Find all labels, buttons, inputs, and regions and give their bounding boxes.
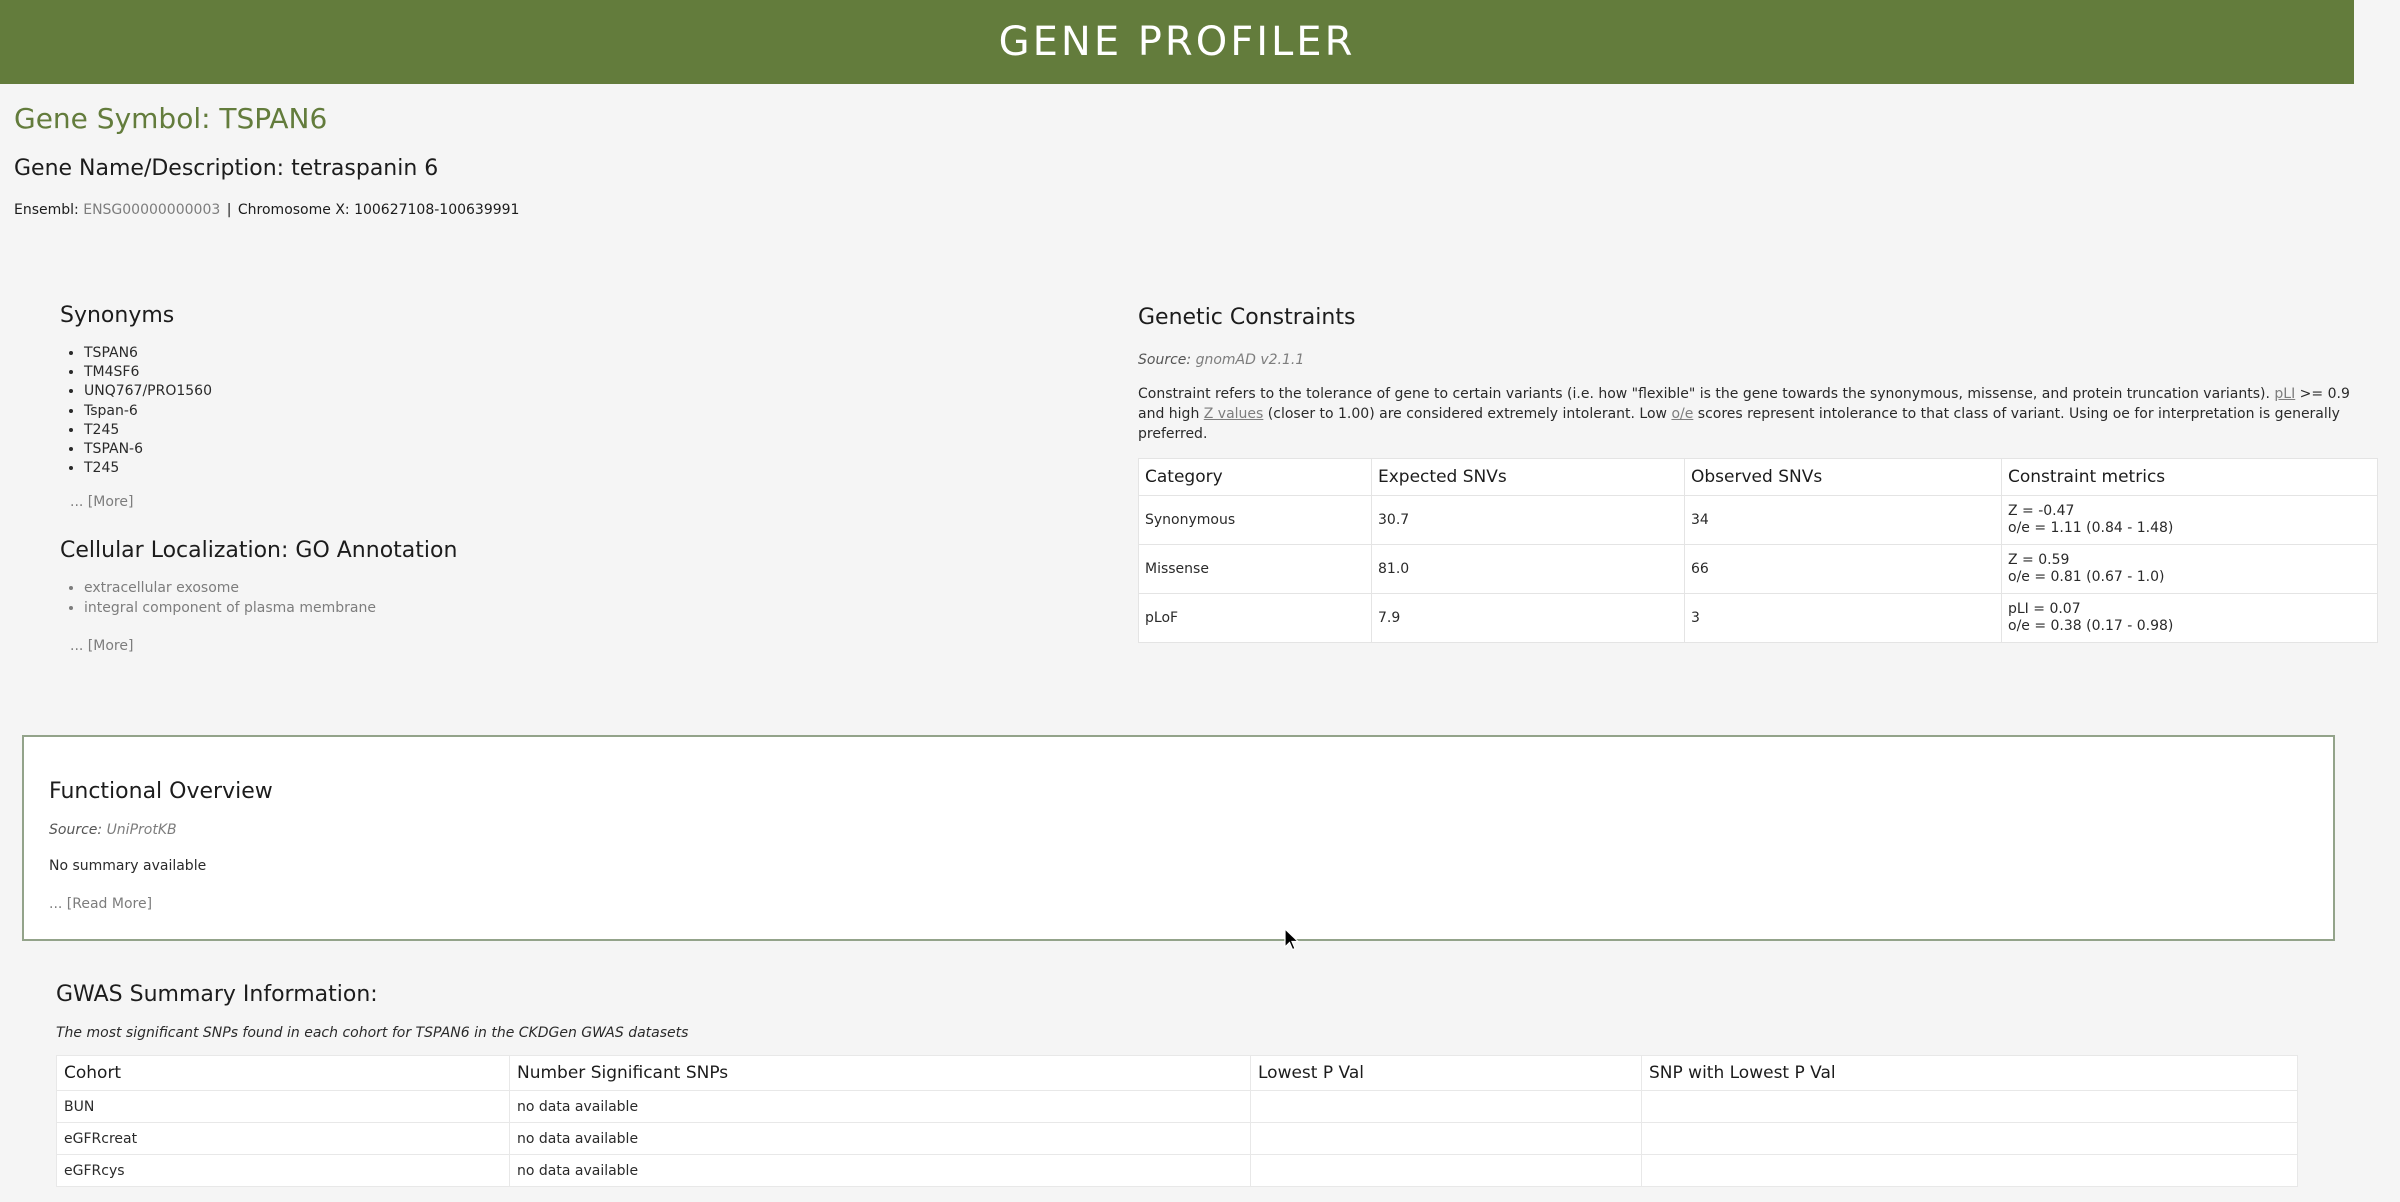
observed-cell: 34 xyxy=(1684,495,2002,545)
column-header: Number Significant SNPs xyxy=(509,1055,1251,1091)
snp-cell xyxy=(1641,1090,2298,1123)
functional-overview-panel: Functional Overview Source: UniProtKB No… xyxy=(22,735,2335,941)
column-header: Constraint metrics xyxy=(2001,458,2378,496)
genetic-constraints-title: Genetic Constraints xyxy=(1138,305,1356,330)
metric-z: Z = 0.59 xyxy=(2008,552,2070,568)
cohort-cell: BUN xyxy=(56,1090,510,1123)
gwas-title: GWAS Summary Information: xyxy=(56,982,378,1007)
metric-oe: o/e = 0.38 (0.17 - 0.98) xyxy=(2008,618,2174,634)
ensembl-label: Ensembl: xyxy=(14,202,79,218)
num-snps-cell: no data available xyxy=(509,1154,1251,1187)
functional-overview-title: Functional Overview xyxy=(49,779,273,804)
go-annotation-link[interactable]: integral component of plasma membrane xyxy=(84,599,960,619)
genetic-constraints-section: Genetic Constraints Source: gnomAD v2.1.… xyxy=(1138,305,2380,643)
read-more-link[interactable]: ... [Read More] xyxy=(49,896,152,912)
go-annotation-link[interactable]: extracellular exosome xyxy=(84,579,960,599)
lowest-pval-cell xyxy=(1250,1122,1642,1155)
snp-cell xyxy=(1641,1122,2298,1155)
cohort-cell: eGFRcreat xyxy=(56,1122,510,1155)
source-label: Source: xyxy=(49,822,103,838)
table-row: Synonymous 30.7 34 Z = -0.47 o/e = 1.11 (… xyxy=(1138,495,2378,545)
list-item: TM4SF6 xyxy=(84,363,960,382)
description-text: (closer to 1.00) are considered extremel… xyxy=(1263,406,1672,422)
gwas-table: Cohort Number Significant SNPs Lowest P … xyxy=(56,1055,2298,1187)
cellular-more-link[interactable]: ... [More] xyxy=(70,638,133,654)
table-row: Missense 81.0 66 Z = 0.59 o/e = 0.81 (0.6… xyxy=(1138,544,2378,594)
category-cell: Synonymous xyxy=(1138,495,1372,545)
cellular-localization-title: Cellular Localization: GO Annotation xyxy=(60,538,458,563)
gene-symbol-heading: Gene Symbol: TSPAN6 xyxy=(14,102,328,135)
cellular-localization-section: Cellular Localization: GO Annotation ext… xyxy=(60,538,960,654)
list-item: T245 xyxy=(84,459,960,478)
observed-cell: 3 xyxy=(1684,593,2002,643)
metric-oe: o/e = 0.81 (0.67 - 1.0) xyxy=(2008,569,2165,585)
synonyms-title: Synonyms xyxy=(60,303,175,328)
z-values-link[interactable]: Z values xyxy=(1204,406,1264,422)
description-text: Constraint refers to the tolerance of ge… xyxy=(1138,386,2275,402)
app-title: GENE PROFILER xyxy=(998,19,1356,65)
snp-cell xyxy=(1641,1154,2298,1187)
gene-name-heading: Gene Name/Description: tetraspanin 6 xyxy=(14,156,439,181)
table-header-row: Cohort Number Significant SNPs Lowest P … xyxy=(56,1055,2298,1091)
list-item: Tspan-6 xyxy=(84,402,960,421)
table-row: eGFRcys no data available xyxy=(56,1154,2298,1187)
category-cell: pLoF xyxy=(1138,593,1372,643)
table-row: pLoF 7.9 3 pLI = 0.07 o/e = 0.38 (0.17 - … xyxy=(1138,593,2378,643)
list-item: TSPAN-6 xyxy=(84,440,960,459)
gene-location-line: Ensembl: ENSG00000000003 | Chromosome X:… xyxy=(14,202,519,218)
num-snps-cell: no data available xyxy=(509,1122,1251,1155)
metric-oe: o/e = 1.11 (0.84 - 1.48) xyxy=(2008,520,2174,536)
chromosome-location: Chromosome X: 100627108-100639991 xyxy=(237,202,520,218)
table-row: eGFRcreat no data available xyxy=(56,1122,2298,1155)
source-link[interactable]: gnomAD v2.1.1 xyxy=(1196,352,1305,368)
column-header: Expected SNVs xyxy=(1371,458,1685,496)
table-row: BUN no data available xyxy=(56,1090,2298,1123)
gwas-summary-section: GWAS Summary Information: The most signi… xyxy=(56,982,2300,1187)
column-header: Observed SNVs xyxy=(1684,458,2002,496)
source-label: Source: xyxy=(1138,352,1192,368)
metrics-cell: Z = 0.59 o/e = 0.81 (0.67 - 1.0) xyxy=(2001,544,2378,594)
list-item: TSPAN6 xyxy=(84,344,960,363)
synonyms-more-link[interactable]: ... [More] xyxy=(70,494,133,510)
functional-source: Source: UniProtKB xyxy=(49,822,2333,838)
metric-pli: pLI = 0.07 xyxy=(2008,601,2081,617)
column-header: SNP with Lowest P Val xyxy=(1641,1055,2298,1091)
gwas-caption: The most significant SNPs found in each … xyxy=(56,1025,689,1041)
observed-cell: 66 xyxy=(1684,544,2002,594)
metric-z: Z = -0.47 xyxy=(2008,503,2075,519)
pli-link[interactable]: pLI xyxy=(2274,386,2295,402)
separator: | xyxy=(226,202,232,218)
oe-link[interactable]: o/e xyxy=(1671,406,1693,422)
column-header: Cohort xyxy=(56,1055,510,1091)
metrics-cell: Z = -0.47 o/e = 1.11 (0.84 - 1.48) xyxy=(2001,495,2378,545)
num-snps-cell: no data available xyxy=(509,1090,1251,1123)
metrics-cell: pLI = 0.07 o/e = 0.38 (0.17 - 0.98) xyxy=(2001,593,2378,643)
list-item: T245 xyxy=(84,421,960,440)
table-header-row: Category Expected SNVs Observed SNVs Con… xyxy=(1138,458,2378,496)
mouse-cursor-icon xyxy=(1284,928,1300,951)
list-item: UNQ767/PRO1560 xyxy=(84,382,960,401)
cohort-cell: eGFRcys xyxy=(56,1154,510,1187)
ensembl-id-link[interactable]: ENSG00000000003 xyxy=(83,202,220,218)
go-annotation-list: extracellular exosome integral component… xyxy=(60,579,960,618)
column-header: Category xyxy=(1138,458,1372,496)
synonyms-list: TSPAN6 TM4SF6 UNQ767/PRO1560 Tspan-6 T24… xyxy=(60,344,960,478)
expected-cell: 30.7 xyxy=(1371,495,1685,545)
lowest-pval-cell xyxy=(1250,1154,1642,1187)
constraints-table: Category Expected SNVs Observed SNVs Con… xyxy=(1138,458,2378,643)
expected-cell: 7.9 xyxy=(1371,593,1685,643)
lowest-pval-cell xyxy=(1250,1090,1642,1123)
functional-summary: No summary available xyxy=(49,858,207,874)
synonyms-section: Synonyms TSPAN6 TM4SF6 UNQ767/PRO1560 Ts… xyxy=(60,303,960,510)
expected-cell: 81.0 xyxy=(1371,544,1685,594)
column-header: Lowest P Val xyxy=(1250,1055,1642,1091)
constraints-source: Source: gnomAD v2.1.1 xyxy=(1138,352,2380,368)
constraints-description: Constraint refers to the tolerance of ge… xyxy=(1138,384,2380,444)
source-link[interactable]: UniProtKB xyxy=(107,822,177,838)
category-cell: Missense xyxy=(1138,544,1372,594)
app-header: GENE PROFILER xyxy=(0,0,2354,84)
